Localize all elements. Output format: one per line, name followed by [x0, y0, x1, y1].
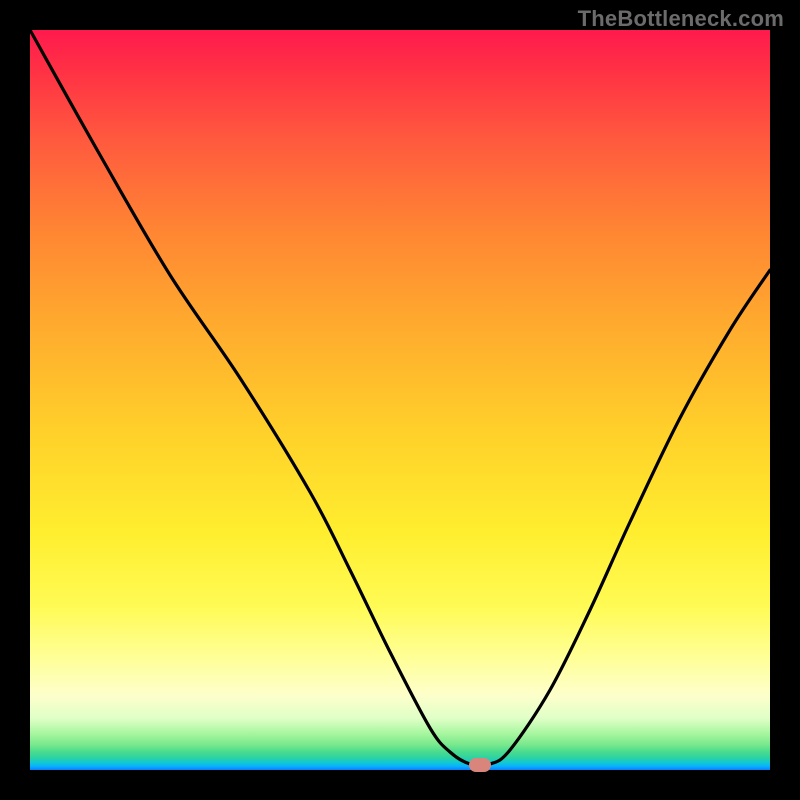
bottleneck-curve — [30, 30, 770, 770]
chart-area — [30, 30, 770, 770]
watermark-text: TheBottleneck.com — [578, 6, 784, 32]
optimal-point-marker — [469, 758, 491, 772]
